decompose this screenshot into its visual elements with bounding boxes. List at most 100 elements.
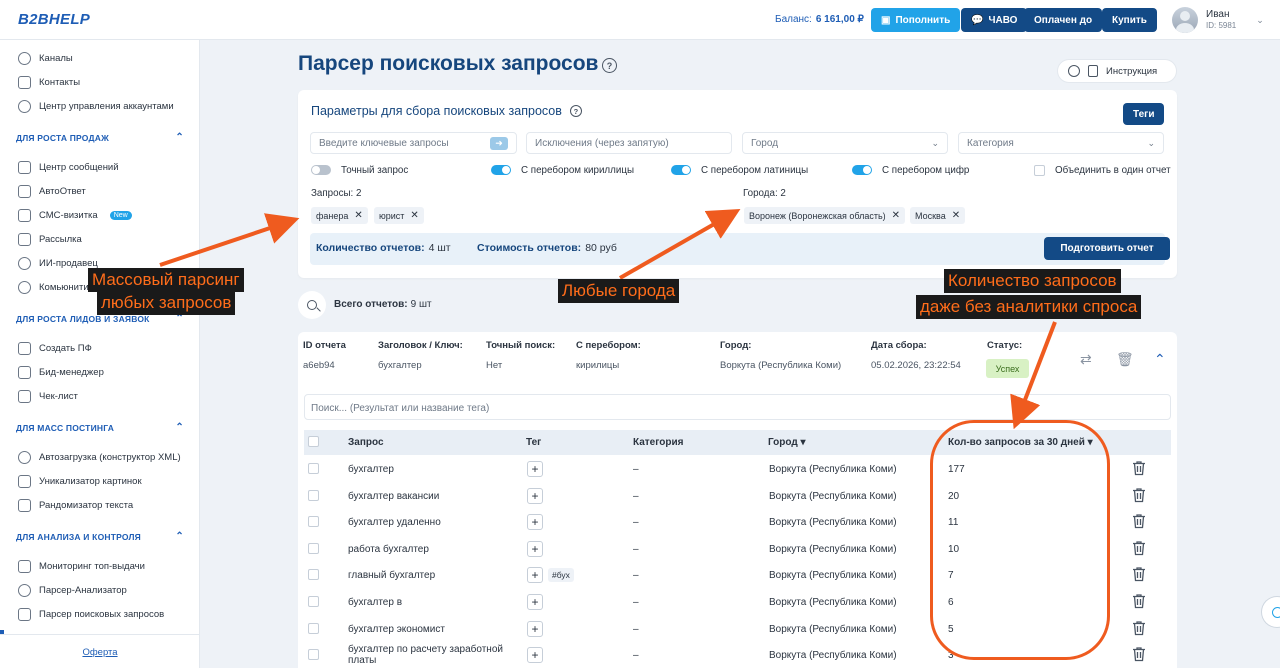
trash-icon[interactable]: 🗑 [1116,351,1134,368]
sidebar-item-community[interactable]: Комьюнити [18,279,89,295]
close-icon[interactable]: ✕ [952,210,960,221]
toggle-switch[interactable] [671,165,691,175]
column-category[interactable]: Категория [633,437,683,448]
arrow-right-icon[interactable]: ➜ [490,136,508,150]
toggle-cyrillic[interactable]: С перебором кириллицы [491,163,634,177]
trash-icon[interactable] [1132,646,1146,662]
section-sales[interactable]: ДЛЯ РОСТА ПРОДАЖ ⌃ [16,132,186,147]
toggle-switch[interactable] [491,165,511,175]
sidebar-item-contacts[interactable]: Контакты [18,74,80,90]
sidebar-item-autoload[interactable]: Автозагрузка (конструктор XML) [18,449,181,465]
section-mass-posting[interactable]: ДЛЯ МАСС ПОСТИНГА ⌃ [16,422,186,437]
cell-query: бухгалтер экономист [348,623,445,635]
chevron-up-icon[interactable]: ⌃ [1154,351,1166,368]
offer-link[interactable]: Оферта [0,634,199,668]
tag-chip[interactable]: #бух [548,568,574,583]
row-checkbox[interactable] [308,622,319,634]
add-tag-button[interactable]: + [527,461,543,477]
support-chat-button[interactable] [1262,597,1280,627]
row-checkbox[interactable] [308,542,319,554]
text-icon [18,498,31,512]
select-all-checkbox[interactable] [308,436,319,447]
prepare-report-button[interactable]: Подготовить отчет [1044,237,1170,260]
sidebar-item-checklist[interactable]: Чек-лист [18,388,78,404]
add-tag-button[interactable]: + [527,647,543,664]
add-tag-button[interactable]: + [527,567,543,584]
help-icon[interactable]: ? [569,105,582,117]
toggle-latin[interactable]: С перебором латиницы [671,163,808,177]
toggle-digits[interactable]: С перебором цифр [852,163,969,177]
sidebar-item-channels[interactable]: Каналы [18,50,73,66]
trash-icon[interactable] [1132,540,1146,556]
merge-checkbox[interactable]: Объединить в один отчет [1034,163,1171,177]
row-checkbox[interactable] [308,516,319,528]
add-tag-button[interactable]: + [527,514,543,531]
category-select[interactable]: Категория ⌄ [958,132,1164,154]
toggle-switch[interactable] [311,165,331,175]
chip-label: Воронеж (Воронежская область) [749,210,886,221]
user-menu[interactable]: Иван ID: 5981 ⌄ [1172,7,1264,33]
row-checkbox[interactable] [308,649,319,661]
sidebar-item-parser-analyzer[interactable]: Парсер-Анализатор [18,582,127,598]
wallet-icon: ▣ [881,14,891,26]
close-icon[interactable]: ✕ [354,210,362,221]
cell-city: Воркута (Республика Коми) [769,597,897,608]
faq-button[interactable]: 💬 ЧАВО [961,8,1028,32]
keywords-input[interactable]: Введите ключевые запросы ➜ [310,132,517,154]
row-checkbox[interactable] [308,569,319,581]
instruction-button[interactable]: Инструкция [1058,60,1176,82]
trash-icon[interactable] [1132,487,1146,503]
row-checkbox[interactable] [308,596,319,607]
sidebar-item-sms-card[interactable]: СМС-визитка New [18,207,132,223]
logo[interactable]: B2BHELP [18,11,90,28]
close-icon[interactable]: ✕ [410,210,418,221]
paid-until-button[interactable]: Оплачен до [1024,8,1103,32]
trash-icon[interactable] [1132,566,1146,582]
row-checkbox[interactable] [308,463,319,474]
sidebar-item-bid-manager[interactable]: Бид-менеджер [18,364,104,380]
sidebar-item-messages[interactable]: Центр сообщений [18,159,119,175]
close-icon[interactable]: ✕ [892,210,900,221]
buy-button[interactable]: Купить [1102,8,1157,32]
row-checkbox[interactable] [308,489,319,501]
cell-query: работа бухгалтер [348,543,429,555]
toggle-switch[interactable] [852,165,872,175]
topup-button[interactable]: ▣ Пополнить [871,8,961,32]
add-tag-button[interactable]: + [527,540,543,557]
trash-icon[interactable] [1132,513,1146,529]
section-leads[interactable]: ДЛЯ РОСТА ЛИДОВ И ЗАЯВОК ⌃ [16,313,186,328]
help-icon[interactable]: ? [602,58,617,73]
add-tag-button[interactable]: + [527,620,543,637]
report-exact: Нет [486,360,503,371]
report-search-input[interactable]: Поиск... (Результат или название тега) [304,394,1171,420]
sidebar-item-accounts[interactable]: Центр управления аккаунтами [18,98,174,114]
report-city: Воркута (Республика Коми) [720,360,842,371]
params-title: Параметры для сбора поисковых запросов ? [311,104,582,118]
column-tag[interactable]: Тег [526,437,541,448]
add-tag-button[interactable]: + [527,487,543,504]
sidebar-item-ai-seller[interactable]: ИИ-продавец [18,255,98,271]
checkbox[interactable] [1034,164,1045,176]
add-tag-button[interactable]: + [527,594,543,610]
sidebar-item-create-pf[interactable]: Создать ПФ [18,340,92,356]
column-query[interactable]: Запрос [348,437,384,448]
sidebar-item-mailing[interactable]: Рассылка [18,231,82,247]
cell-category: – [633,570,639,582]
toggle-exact[interactable]: Точный запрос [311,163,408,177]
refresh-icon[interactable]: ⇄ [1080,351,1092,368]
trash-icon[interactable] [1132,460,1146,476]
tags-button[interactable]: Теги [1123,103,1165,125]
sidebar-item-text-random[interactable]: Рандомизатор текста [18,497,133,513]
column-city[interactable]: Город ▾ [768,437,806,448]
sidebar-item-search-parser[interactable]: Парсер поисковых запросов [18,606,164,622]
sidebar-item-image-uniq[interactable]: Уникализатор картинок [18,473,142,489]
trash-icon[interactable] [1132,620,1146,636]
search-button[interactable] [298,291,326,319]
sidebar-item-monitoring[interactable]: Мониторинг топ-выдачи [18,558,145,574]
exclusions-input[interactable]: Исключения (через запятую) [526,132,732,154]
sidebar-item-autoreply[interactable]: АвтоОтвет [18,183,86,199]
section-analysis[interactable]: ДЛЯ АНАЛИЗА И КОНТРОЛЯ ⌃ [16,531,186,546]
cell-category: – [633,650,639,662]
trash-icon[interactable] [1132,593,1146,609]
city-select[interactable]: Город ⌄ [742,132,948,154]
